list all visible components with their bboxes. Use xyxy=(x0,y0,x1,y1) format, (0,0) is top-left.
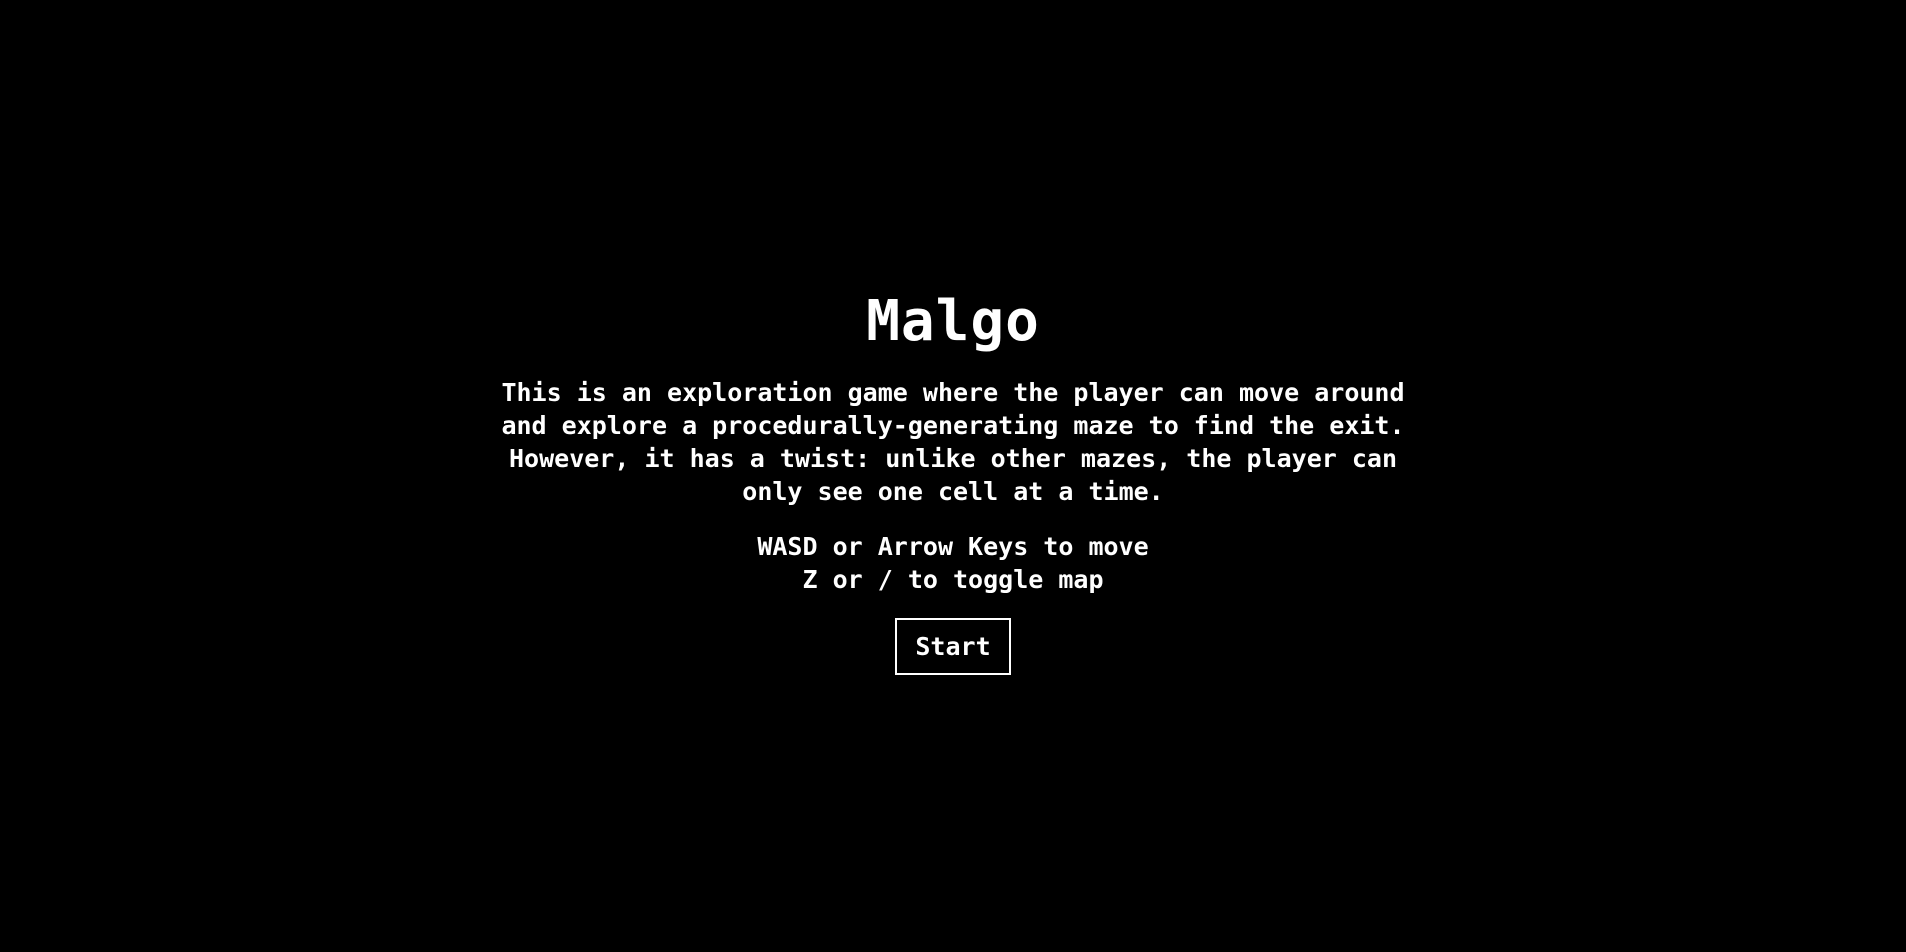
start-button[interactable]: Start xyxy=(895,618,1011,675)
move-instruction: WASD or Arrow Keys to move xyxy=(757,532,1149,561)
start-menu: Malgo This is an exploration game where … xyxy=(0,288,1906,675)
game-screen: Malgo This is an exploration game where … xyxy=(0,0,1906,952)
game-description: This is an exploration game where the pl… xyxy=(501,378,1405,506)
controls-instructions: WASD or Arrow Keys to move Z or / to tog… xyxy=(757,530,1148,596)
map-toggle-instruction: Z or / to toggle map xyxy=(802,565,1104,594)
game-title: Malgo xyxy=(866,289,1040,354)
